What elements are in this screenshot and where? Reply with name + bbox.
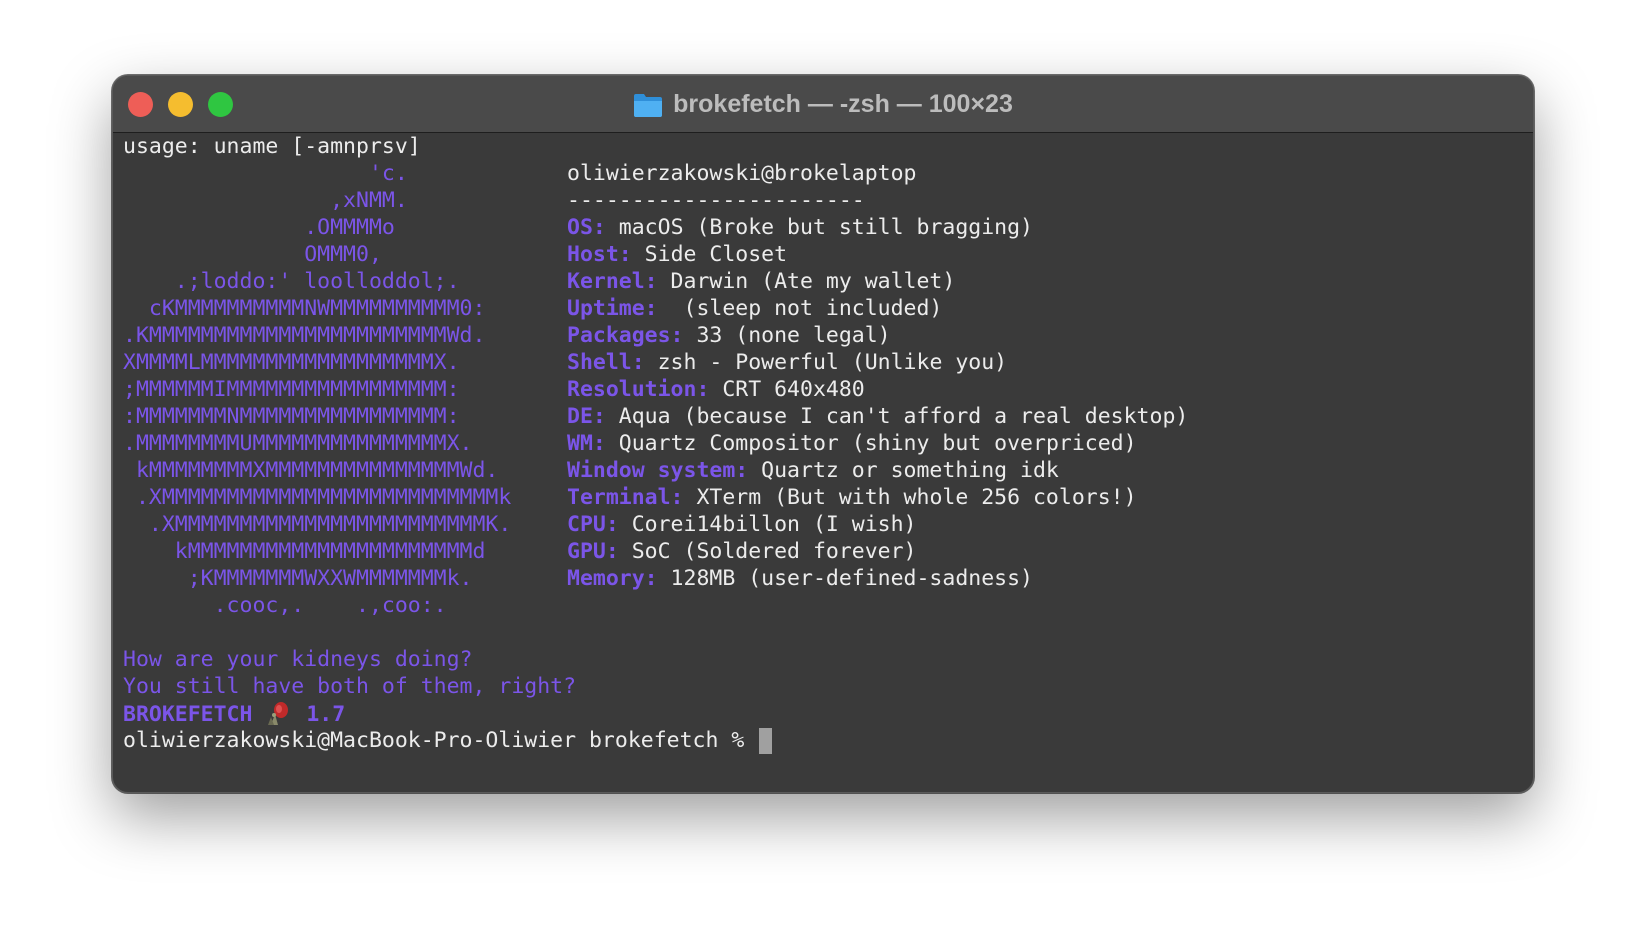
info-value: macOS (Broke but still bragging)	[605, 215, 1033, 240]
info-row-resolution: Resolution: CRT 640x480	[567, 376, 865, 404]
window-title-area: brokefetch — -zsh — 100×23	[113, 76, 1533, 132]
ascii-line: .MMMMMMMMUMMMMMMMMMMMMMMMX.	[123, 431, 473, 456]
ascii-line: XMMMMLMMMMMMMMMMMMMMMMMMX.	[123, 350, 460, 375]
info-row-gpu: GPU: SoC (Soldered forever)	[567, 538, 917, 566]
info-row-shell: Shell: zsh - Powerful (Unlike you)	[567, 349, 1007, 377]
brand-version: 1.7	[306, 702, 346, 727]
ascii-line: 'c.	[123, 161, 408, 186]
message-line: You still have both of them, right?	[123, 674, 577, 699]
info-value: CRT 640x480	[709, 377, 865, 402]
ascii-line: .OMMMMo	[123, 215, 395, 240]
info-value: Quartz Compositor (shiny but overpriced)	[605, 431, 1137, 456]
ascii-line: cKMMMMMMMMMMNWMMMMMMMMMM0:	[123, 296, 486, 321]
ascii-line: .KMMMMMMMMMMMMMMMMMMMMMMMWd.	[123, 323, 486, 348]
info-value: Aqua (because I can't afford a real desk…	[605, 404, 1189, 429]
ascii-line: ,xNMM.	[123, 188, 408, 213]
info-key: Window system:	[567, 458, 749, 483]
info-row-terminal: Terminal: XTerm (But with whole 256 colo…	[567, 484, 1137, 512]
info-value: SoC (Soldered forever)	[618, 539, 917, 564]
separator: -----------------------	[567, 188, 865, 213]
ascii-line: ;MMMMMMIMMMMMMMMMMMMMMMMM:	[123, 377, 460, 402]
info-row-window-system: Window system: Quartz or something idk	[567, 457, 1059, 485]
info-row-kernel: Kernel: Darwin (Ate my wallet)	[567, 268, 955, 296]
info-key: Kernel:	[567, 269, 658, 294]
ascii-line: OMMM0,	[123, 242, 382, 267]
info-key: Host:	[567, 242, 632, 267]
brand-line: BROKEFETCH 1.7	[123, 700, 345, 729]
title-bar[interactable]: brokefetch — -zsh — 100×23	[113, 76, 1533, 133]
info-key: Resolution:	[567, 377, 710, 402]
brand-name: BROKEFETCH	[123, 702, 253, 727]
info-row-cpu: CPU: Corei14billon (I wish)	[567, 511, 917, 539]
info-value: XTerm (But with whole 256 colors!)	[683, 485, 1137, 510]
ascii-line: :MMMMMMMNMMMMMMMMMMMMMMMM:	[123, 404, 460, 429]
info-row-wm: WM: Quartz Compositor (shiny but overpri…	[567, 430, 1137, 458]
info-row-host: Host: Side Closet	[567, 241, 787, 269]
info-key: Packages:	[567, 323, 684, 348]
window-title: brokefetch — -zsh — 100×23	[673, 89, 1013, 118]
info-key: Uptime:	[567, 296, 658, 321]
info-key: Memory:	[567, 566, 658, 591]
info-value: 33 (none legal)	[683, 323, 891, 348]
info-key: CPU:	[567, 512, 619, 537]
info-row-memory: Memory: 128MB (user-defined-sadness)	[567, 565, 1033, 593]
info-key: GPU:	[567, 539, 619, 564]
prompt-line[interactable]: oliwierzakowski@MacBook-Pro-Oliwier brok…	[123, 727, 773, 755]
info-value: Corei14billon (I wish)	[618, 512, 917, 537]
ascii-line: kMMMMMMMMXMMMMMMMMMMMMMMMWd.	[123, 458, 499, 483]
info-row-os: OS: macOS (Broke but still bragging)	[567, 214, 1033, 242]
ascii-line: .XMMMMMMMMMMMMMMMMMMMMMMMMMMk	[123, 485, 512, 510]
info-key: DE:	[567, 404, 606, 429]
folder-icon	[633, 92, 663, 117]
usage-line: usage: uname [-amnprsv]	[123, 134, 421, 159]
user-host: oliwierzakowski@brokelaptop	[567, 161, 917, 186]
info-key: Terminal:	[567, 485, 684, 510]
kidney-icon	[265, 700, 293, 726]
text-cursor	[759, 728, 773, 754]
info-value: Side Closet	[631, 242, 788, 267]
ascii-line: .;loddo:' loolloddol;.	[123, 269, 460, 294]
ascii-line: .XMMMMMMMMMMMMMMMMMMMMMMMMK.	[123, 512, 512, 537]
info-value: Quartz or something idk	[748, 458, 1059, 483]
info-row-packages: Packages: 33 (none legal)	[567, 322, 891, 350]
info-row-uptime: Uptime: (sleep not included)	[567, 295, 942, 323]
info-value: 128MB (user-defined-sadness)	[657, 566, 1033, 591]
info-key: OS:	[567, 215, 606, 240]
terminal-content[interactable]: usage: uname [-amnprsv] 'c. ,xNMM. .OMMM…	[123, 133, 1523, 792]
info-row-de: DE: Aqua (because I can't afford a real …	[567, 403, 1188, 431]
ascii-line: ;KMMMMMMMWXXWMMMMMMMk.	[123, 566, 473, 591]
ascii-line: kMMMMMMMMMMMMMMMMMMMMMMd	[123, 539, 486, 564]
terminal-window: brokefetch — -zsh — 100×23 usage: uname …	[112, 75, 1534, 793]
shell-prompt: oliwierzakowski@MacBook-Pro-Oliwier brok…	[123, 728, 758, 753]
info-key: Shell:	[567, 350, 645, 375]
ascii-line: .cooc,. .,coo:.	[123, 593, 447, 618]
info-value: (sleep not included)	[657, 296, 943, 321]
message-line: How are your kidneys doing?	[123, 647, 473, 672]
info-key: WM:	[567, 431, 606, 456]
info-value: zsh - Powerful (Unlike you)	[644, 350, 1008, 375]
info-value: Darwin (Ate my wallet)	[657, 269, 956, 294]
